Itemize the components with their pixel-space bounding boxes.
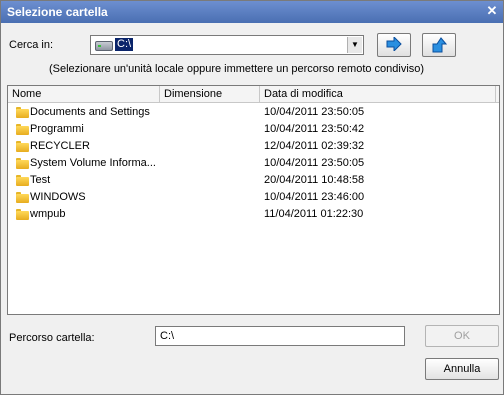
folder-date: 20/04/2011 10:48:58 — [264, 174, 365, 186]
list-header: Nome Dimensione Data di modifica — [8, 86, 499, 103]
close-icon[interactable]: ✕ — [485, 4, 499, 18]
folder-icon — [16, 192, 29, 203]
list-item[interactable]: RECYCLER 12/04/2011 02:39:32 — [8, 138, 499, 155]
cancel-button[interactable]: Annulla — [425, 358, 499, 380]
look-in-value: C:\ — [115, 38, 134, 51]
folder-icon — [16, 209, 29, 220]
folder-icon — [16, 175, 29, 186]
folder-name: Documents and Settings — [30, 106, 150, 118]
arrow-up-icon — [432, 37, 447, 53]
title-bar[interactable]: Selezione cartella ✕ — [1, 1, 503, 23]
list-item[interactable]: wmpub 11/04/2011 01:22:30 — [8, 206, 499, 223]
folder-icon — [16, 107, 29, 118]
list-item[interactable]: Programmi 10/04/2011 23:50:42 — [8, 121, 499, 138]
folder-name: System Volume Informa... — [30, 157, 156, 169]
list-item[interactable]: System Volume Informa... 10/04/2011 23:5… — [8, 155, 499, 172]
folder-list[interactable]: Nome Dimensione Data di modifica Documen… — [7, 85, 500, 315]
hard-drive-icon — [95, 41, 113, 51]
folder-date: 10/04/2011 23:50:05 — [264, 157, 365, 169]
chevron-down-icon[interactable]: ▼ — [347, 37, 362, 53]
go-forward-button[interactable] — [377, 33, 411, 57]
folder-date: 10/04/2011 23:50:05 — [264, 106, 365, 118]
folder-icon — [16, 141, 29, 152]
window-title: Selezione cartella — [7, 5, 108, 19]
folder-date: 11/04/2011 01:22:30 — [264, 208, 364, 220]
up-folder-button[interactable] — [422, 33, 456, 57]
folder-name: Test — [30, 174, 51, 186]
list-item[interactable]: WINDOWS 10/04/2011 23:46:00 — [8, 189, 499, 206]
column-header-name[interactable]: Nome — [8, 86, 160, 102]
folder-path-input[interactable]: C:\ — [155, 326, 405, 346]
folder-date: 10/04/2011 23:46:00 — [264, 191, 365, 203]
list-item[interactable]: Test 20/04/2011 10:48:58 — [8, 172, 499, 189]
hint-text: (Selezionare un'unità locale oppure imme… — [49, 63, 425, 75]
look-in-combobox[interactable]: C:\ ▼ — [90, 35, 364, 55]
folder-icon — [16, 158, 29, 169]
ok-button[interactable]: OK — [425, 325, 499, 347]
folder-name: RECYCLER — [30, 140, 90, 152]
arrow-right-icon — [386, 37, 402, 51]
folder-name: WINDOWS — [30, 191, 86, 203]
look-in-label: Cerca in: — [9, 39, 54, 51]
column-header-size[interactable]: Dimensione — [160, 86, 260, 102]
folder-name: wmpub — [30, 208, 66, 220]
folder-icon — [16, 124, 29, 135]
folder-selection-dialog: Selezione cartella ✕ Cerca in: C:\ ▼ (Se… — [0, 0, 504, 395]
column-header-date[interactable]: Data di modifica — [260, 86, 496, 102]
folder-date: 12/04/2011 02:39:32 — [264, 140, 365, 152]
folder-date: 10/04/2011 23:50:42 — [264, 123, 365, 135]
folder-path-label: Percorso cartella: — [9, 332, 95, 344]
list-item[interactable]: Documents and Settings 10/04/2011 23:50:… — [8, 104, 499, 121]
folder-name: Programmi — [30, 123, 84, 135]
